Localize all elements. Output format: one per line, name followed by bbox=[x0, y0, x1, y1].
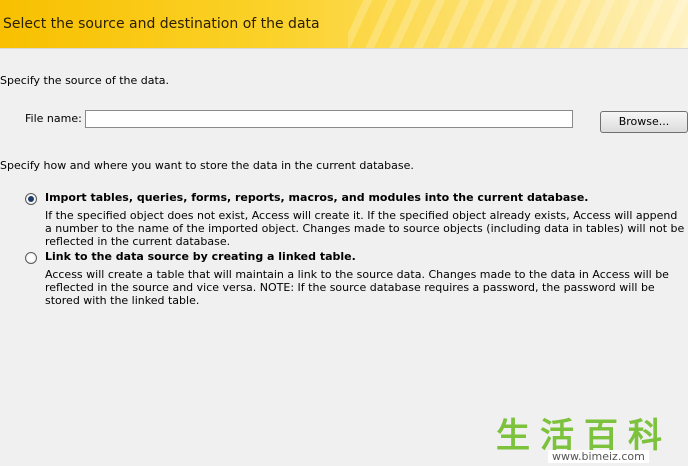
header-divider bbox=[0, 48, 688, 49]
storage-instruction: Specify how and where you want to store … bbox=[0, 159, 414, 172]
source-instruction: Specify the source of the data. bbox=[0, 74, 170, 87]
link-option-label[interactable]: Link to the data source by creating a li… bbox=[45, 250, 356, 263]
browse-button[interactable]: Browse... bbox=[600, 111, 688, 133]
import-option-label[interactable]: Import tables, queries, forms, reports, … bbox=[45, 191, 588, 204]
header-decoration bbox=[348, 0, 688, 48]
file-name-label: File name: bbox=[25, 112, 82, 125]
watermark-url: www.bimeiz.com bbox=[548, 450, 649, 463]
link-radio[interactable] bbox=[25, 252, 37, 264]
import-option-description: If the specified object does not exist, … bbox=[45, 209, 685, 248]
watermark: 生活百科 www.bimeiz.com bbox=[488, 408, 688, 466]
page-title: Select the source and destination of the… bbox=[3, 16, 320, 32]
import-radio[interactable] bbox=[25, 193, 37, 205]
link-option-description: Access will create a table that will mai… bbox=[45, 268, 669, 307]
file-name-input[interactable] bbox=[85, 110, 573, 128]
wizard-header: Select the source and destination of the… bbox=[0, 0, 688, 48]
